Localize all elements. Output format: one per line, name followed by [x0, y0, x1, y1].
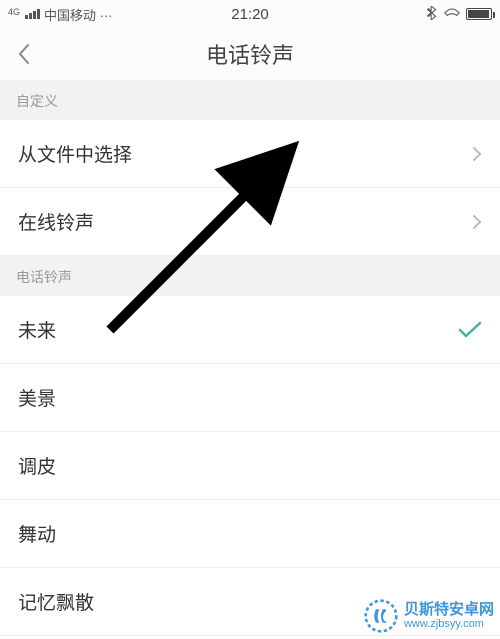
section-header-ringtones: 电话铃声 [0, 256, 500, 296]
chevron-left-icon [17, 43, 31, 65]
battery-icon [466, 8, 492, 20]
watermark-logo-icon [364, 599, 398, 633]
watermark-title: 贝斯特安卓网 [404, 602, 494, 619]
signal-icon [25, 9, 40, 19]
bluetooth-icon [426, 6, 438, 23]
checkmark-icon [458, 321, 482, 339]
carrier-label: 中国移动 ··· [44, 5, 113, 24]
nav-header: 电话铃声 [0, 28, 500, 80]
status-right [426, 6, 492, 23]
list-item-label: 从文件中选择 [18, 140, 132, 167]
network-type-label: 4G [8, 7, 20, 17]
list-item-label: 记忆飘散 [18, 588, 94, 615]
section-header-custom: 自定义 [0, 80, 500, 120]
watermark: 贝斯特安卓网 www.zjbsyy.com [364, 599, 494, 633]
list-item-from-file[interactable]: 从文件中选择 [0, 120, 500, 188]
list-item-label: 在线铃声 [18, 208, 94, 235]
page-title: 电话铃声 [206, 38, 294, 70]
call-icon [444, 6, 460, 23]
list-item-label: 未来 [18, 316, 56, 343]
list-item-label: 美景 [18, 384, 56, 411]
list-item-ringtone-beauty[interactable]: 美景 [0, 364, 500, 432]
watermark-text: 贝斯特安卓网 www.zjbsyy.com [404, 602, 494, 631]
chevron-right-icon [472, 214, 482, 230]
list-item-ringtone-dance[interactable]: 舞动 [0, 500, 500, 568]
status-bar: 4G 中国移动 ··· 21:20 [0, 0, 500, 28]
status-left: 4G 中国移动 ··· [8, 5, 113, 24]
list-item-ringtone-naughty[interactable]: 调皮 [0, 432, 500, 500]
list-item-online-ringtones[interactable]: 在线铃声 [0, 188, 500, 256]
list-item-label: 调皮 [18, 452, 56, 479]
back-button[interactable] [0, 28, 48, 80]
chevron-right-icon [472, 146, 482, 162]
watermark-url: www.zjbsyy.com [404, 618, 494, 630]
status-time: 21:20 [231, 6, 269, 23]
list-item-ringtone-future[interactable]: 未来 [0, 296, 500, 364]
list-item-label: 舞动 [18, 520, 56, 547]
